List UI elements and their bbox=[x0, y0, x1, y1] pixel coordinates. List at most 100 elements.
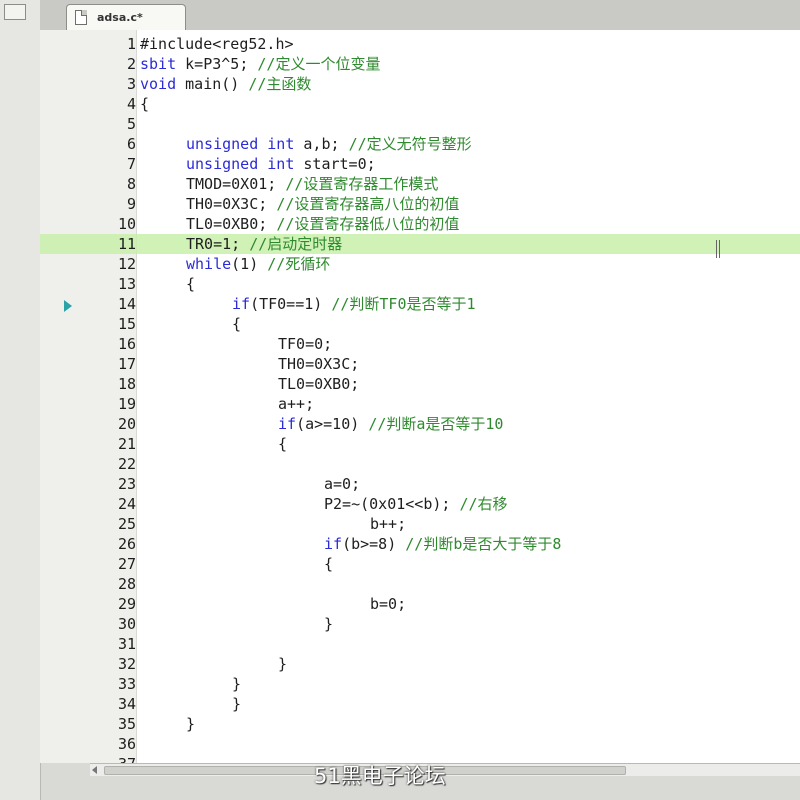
line-number: 22 bbox=[117, 455, 136, 473]
line-number: 8 bbox=[126, 175, 136, 193]
line-number: 37 bbox=[98, 754, 136, 763]
code-line[interactable]: 13 { bbox=[40, 274, 800, 294]
code-text: sbit k=P3^5; //定义一个位变量 bbox=[140, 54, 380, 74]
code-line[interactable]: 26 if(b>=8) //判断b是否大于等于8 bbox=[40, 534, 800, 554]
code-line[interactable]: 28 bbox=[40, 574, 800, 594]
code-line[interactable]: 3 void main() //主函数 bbox=[40, 74, 800, 94]
code-line[interactable]: 34} bbox=[40, 694, 800, 714]
code-line[interactable]: 32} bbox=[40, 654, 800, 674]
keyword: void bbox=[140, 75, 177, 93]
code-text: if(TF0==1) //判断TF0是否等于1 bbox=[232, 294, 476, 314]
code-statement: if(a>=10) bbox=[278, 415, 369, 433]
code-line[interactable]: 1 #include<reg52.h> bbox=[40, 34, 800, 54]
code-text: { bbox=[278, 434, 287, 454]
code-line[interactable]: 19 a++; bbox=[40, 394, 800, 414]
line-number: 35 bbox=[117, 715, 136, 733]
code-statement: { bbox=[140, 95, 150, 113]
code-line[interactable]: 15 { bbox=[40, 314, 800, 334]
line-number: 9 bbox=[126, 195, 136, 213]
code-line[interactable]: 2 sbit k=P3^5; //定义一个位变量 bbox=[40, 54, 800, 74]
code-line[interactable]: 7 unsigned int start=0; bbox=[40, 154, 800, 174]
code-text: } bbox=[186, 714, 195, 734]
code-line[interactable]: 17 TH0=0X3C; bbox=[40, 354, 800, 374]
code-line[interactable]: 35} bbox=[40, 714, 800, 734]
panel-tab[interactable] bbox=[4, 4, 26, 20]
code-text: unsigned int a,b; //定义无符号整形 bbox=[186, 134, 472, 154]
code-comment: //启动定时器 bbox=[249, 235, 343, 253]
code-text: } bbox=[324, 614, 333, 634]
code-statement: unsigned int a,b; bbox=[186, 135, 349, 153]
code-comment: //死循环 bbox=[267, 255, 331, 273]
code-line[interactable]: 4{ bbox=[40, 94, 800, 114]
code-statement: TMOD=0X01; bbox=[186, 175, 286, 193]
line-number: 18 bbox=[117, 375, 136, 393]
line-number: 4 bbox=[126, 95, 136, 113]
code-statement: { bbox=[324, 555, 334, 573]
code-text: TF0=0; bbox=[278, 334, 332, 354]
code-line[interactable]: 16 TF0=0; bbox=[40, 334, 800, 354]
code-statement: } bbox=[232, 695, 242, 713]
code-line[interactable]: 20 if(a>=10) //判断a是否等于10 bbox=[40, 414, 800, 434]
code-statement: } bbox=[232, 675, 242, 693]
code-line[interactable]: 6 unsigned int a,b; //定义无符号整形 bbox=[40, 134, 800, 154]
line-number: 2 bbox=[126, 55, 136, 73]
code-text: a++; bbox=[278, 394, 314, 414]
line-number: 7 bbox=[126, 155, 136, 173]
keyword: int bbox=[267, 155, 295, 173]
code-text: #include<reg52.h> bbox=[140, 34, 294, 54]
code-text: TR0=1; //启动定时器 bbox=[186, 234, 342, 254]
code-line[interactable]: 24 P2=~(0x01<<b); //右移 bbox=[40, 494, 800, 514]
code-statement: #include<reg52.h> bbox=[140, 35, 294, 53]
code-editor[interactable]: 1 #include<reg52.h> 2 sbit k=P3^5; //定义一个位变… bbox=[40, 30, 800, 763]
tab-adsa-c[interactable]: adsa.c* bbox=[66, 4, 186, 30]
code-statement: void main() bbox=[140, 75, 249, 93]
code-comment: //判断a是否等于10 bbox=[368, 415, 504, 433]
watermark: 51黑电子论坛 bbox=[314, 764, 446, 788]
code-text: { bbox=[324, 554, 333, 574]
code-comment: //定义无符号整形 bbox=[348, 135, 472, 153]
code-line[interactable]: 23 a=0; bbox=[40, 474, 800, 494]
scroll-left-icon[interactable] bbox=[92, 766, 97, 774]
code-statement: TL0=0XB0; bbox=[186, 215, 277, 233]
code-line[interactable]: 18 TL0=0XB0; bbox=[40, 374, 800, 394]
code-line[interactable]: 8 TMOD=0X01; //设置寄存器工作模式 bbox=[40, 174, 800, 194]
code-line[interactable]: 36 bbox=[40, 734, 800, 754]
code-line[interactable]: 33} bbox=[40, 674, 800, 694]
file-icon bbox=[75, 10, 87, 25]
code-comment: //主函数 bbox=[248, 75, 312, 93]
line-number: 15 bbox=[117, 315, 136, 333]
line-number: 5 bbox=[126, 115, 136, 133]
code-line[interactable]: 27 { bbox=[40, 554, 800, 574]
code-line[interactable]: 9 TH0=0X3C; //设置寄存器高八位的初值 bbox=[40, 194, 800, 214]
code-statement: b++; bbox=[370, 515, 407, 533]
code-line[interactable]: 21 { bbox=[40, 434, 800, 454]
code-line[interactable]: 12 while(1) //死循环 bbox=[40, 254, 800, 274]
line-number: 19 bbox=[117, 395, 136, 413]
line-number: 17 bbox=[117, 355, 136, 373]
line-number: 26 bbox=[117, 535, 136, 553]
code-text: a=0; bbox=[324, 474, 360, 494]
code-line[interactable]: 11 TR0=1; //启动定时器 bbox=[40, 234, 800, 254]
line-number: 12 bbox=[117, 255, 136, 273]
line-number: 28 bbox=[117, 575, 136, 593]
code-line[interactable]: 29 b=0; bbox=[40, 594, 800, 614]
code-text: { bbox=[232, 314, 241, 334]
code-statement: if(b>=8) bbox=[324, 535, 406, 553]
code-statement: } bbox=[186, 715, 196, 733]
code-line[interactable]: 5 bbox=[40, 114, 800, 134]
line-number: 34 bbox=[117, 695, 136, 713]
code-text: TL0=0XB0; //设置寄存器低八位的初值 bbox=[186, 214, 459, 234]
code-comment: //设置寄存器高八位的初值 bbox=[276, 195, 460, 213]
code-line[interactable]: 25 b++; bbox=[40, 514, 800, 534]
code-comment: //设置寄存器工作模式 bbox=[285, 175, 439, 193]
code-line[interactable]: 10 TL0=0XB0; //设置寄存器低八位的初值 bbox=[40, 214, 800, 234]
editor-tab-bar: adsa.c* bbox=[40, 0, 800, 31]
code-text: TL0=0XB0; bbox=[278, 374, 359, 394]
code-line[interactable]: 22 bbox=[40, 454, 800, 474]
text-cursor-icon bbox=[716, 240, 720, 258]
code-line[interactable]: 14 if(TF0==1) //判断TF0是否等于1 bbox=[40, 294, 800, 314]
code-text: unsigned int start=0; bbox=[186, 154, 376, 174]
code-line[interactable]: 30} bbox=[40, 614, 800, 634]
keyword: if bbox=[232, 295, 251, 313]
code-line[interactable]: 31 bbox=[40, 634, 800, 654]
